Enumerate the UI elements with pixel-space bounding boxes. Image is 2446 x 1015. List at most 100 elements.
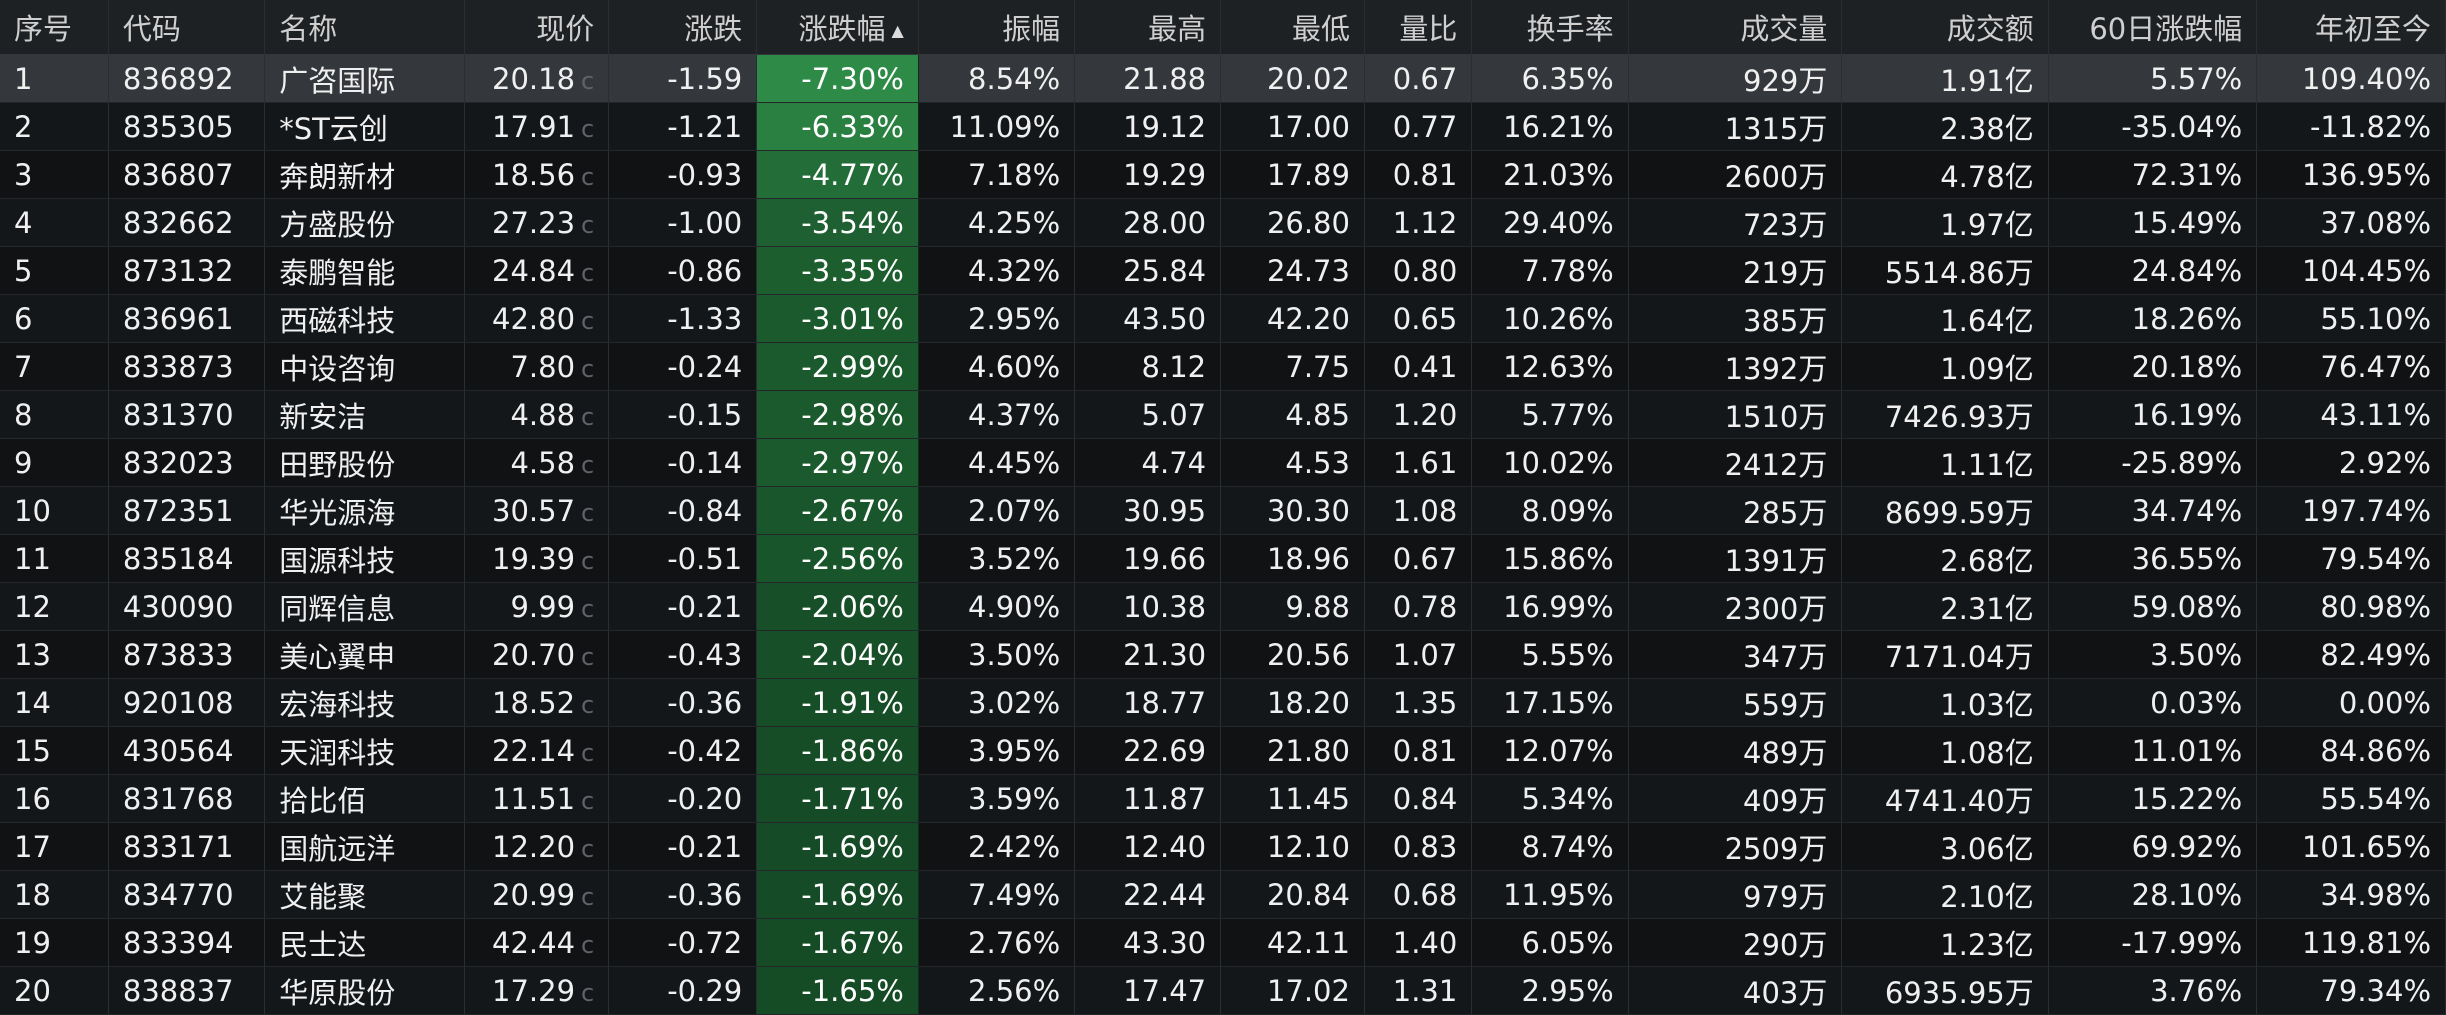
- stock-code-cell: 920108: [108, 678, 266, 727]
- table-row[interactable]: 14 920108 宏海科技 18.52 c -0.36 -1.91% 3.02% 18.77 1…: [0, 678, 2446, 727]
- turnover-rate-value: 12.63%: [1503, 349, 1614, 384]
- stock-name-cell: 新安洁: [264, 390, 466, 439]
- stock-name-value: 泰鹏智能: [279, 255, 396, 290]
- price-cell: 20.99 c: [464, 870, 610, 919]
- change-cell: -0.20: [608, 774, 758, 823]
- column-header-code[interactable]: 代码: [108, 0, 266, 55]
- column-header-volume-ratio[interactable]: 量比: [1364, 0, 1473, 55]
- ytd-change-cell: 79.54%: [2256, 534, 2446, 583]
- volume-ratio-cell: 1.61: [1364, 438, 1473, 487]
- volume-value: 1391万: [1724, 543, 1828, 578]
- stock-code-value: 832662: [122, 205, 234, 240]
- change-value: -0.21: [667, 829, 743, 864]
- price-value: 19.39: [492, 541, 576, 576]
- column-header-price[interactable]: 现价: [464, 0, 610, 55]
- low-cell: 42.11: [1220, 918, 1365, 967]
- row-index-value: 5: [14, 253, 33, 288]
- table-row[interactable]: 11 835184 国源科技 19.39 c -0.51 -2.56% 3.52% 19.66 1…: [0, 534, 2446, 583]
- column-header-change-percent[interactable]: 涨跌幅 ▲: [756, 0, 919, 55]
- volume-ratio-cell: 1.20: [1364, 390, 1473, 439]
- price-value: 17.91: [492, 109, 576, 144]
- column-header-name[interactable]: 名称: [264, 0, 466, 55]
- low-value: 18.20: [1266, 685, 1350, 720]
- column-header-change[interactable]: 涨跌: [608, 0, 758, 55]
- stock-code-value: 833394: [122, 925, 234, 960]
- turnover-rate-value: 8.74%: [1521, 829, 1614, 864]
- change-cell: -1.00: [608, 198, 758, 247]
- amount-value: 1.11亿: [1940, 447, 2034, 482]
- table-row[interactable]: 17 833171 国航远洋 12.20 c -0.21 -1.69% 2.42% 12.40 1…: [0, 822, 2446, 871]
- table-row[interactable]: 4 832662 方盛股份 27.23 c -1.00 -3.54% 4.25% 28.00 26…: [0, 198, 2446, 247]
- table-row[interactable]: 19 833394 民士达 42.44 c -0.72 -1.67% 2.76% 43.30 42…: [0, 918, 2446, 967]
- column-header-turnover-rate[interactable]: 换手率: [1471, 0, 1629, 55]
- column-header-60day-change[interactable]: 60日涨跌幅: [2048, 0, 2258, 55]
- column-header-volume[interactable]: 成交量: [1628, 0, 1843, 55]
- table-row[interactable]: 2 835305 *ST云创 17.91 c -1.21 -6.33% 11.09% 19.12…: [0, 102, 2446, 151]
- table-row[interactable]: 8 831370 新安洁 4.88 c -0.15 -2.98% 4.37% 5.07 4.85 1…: [0, 390, 2446, 439]
- table-row[interactable]: 10 872351 华光源海 30.57 c -0.84 -2.67% 2.07% 30.95 3…: [0, 486, 2446, 535]
- stock-name-value: 广咨国际: [279, 63, 396, 98]
- high-value: 11.87: [1123, 781, 1207, 816]
- price-flag-icon: c: [581, 978, 595, 1007]
- ytd-change-cell: 119.81%: [2256, 918, 2446, 967]
- column-header-ytd-change[interactable]: 年初至今: [2256, 0, 2446, 55]
- table-row[interactable]: 9 832023 田野股份 4.58 c -0.14 -2.97% 4.45% 4.74 4.53…: [0, 438, 2446, 487]
- price-flag-icon: c: [581, 306, 595, 335]
- table-row[interactable]: 7 833873 中设咨询 7.80 c -0.24 -2.99% 4.60% 8.12 7.75…: [0, 342, 2446, 391]
- 60day-change-value: 59.08%: [2131, 589, 2243, 624]
- table-row[interactable]: 3 836807 奔朗新材 18.56 c -0.93 -4.77% 7.18% 19.29 17…: [0, 150, 2446, 199]
- amplitude-value: 11.09%: [949, 109, 1061, 144]
- price-flag-icon: c: [581, 642, 595, 671]
- amplitude-value: 2.76%: [968, 925, 1061, 960]
- turnover-rate-cell: 8.74%: [1471, 822, 1629, 871]
- table-row[interactable]: 15 430564 天润科技 22.14 c -0.42 -1.86% 3.95% 22.69 2…: [0, 726, 2446, 775]
- table-row[interactable]: 5 873132 泰鹏智能 24.84 c -0.86 -3.35% 4.32% 25.84 24…: [0, 246, 2446, 295]
- table-row[interactable]: 20 838837 华原股份 17.29 c -0.29 -1.65% 2.56% 17.47 1…: [0, 966, 2446, 1015]
- low-value: 42.11: [1266, 925, 1350, 960]
- volume-ratio-value: 1.40: [1392, 925, 1458, 960]
- volume-ratio-cell: 1.35: [1364, 678, 1473, 727]
- ytd-change-cell: -11.82%: [2256, 102, 2446, 151]
- table-row[interactable]: 6 836961 西磁科技 42.80 c -1.33 -3.01% 2.95% 43.50 42…: [0, 294, 2446, 343]
- 60day-change-value: 3.50%: [2150, 637, 2243, 672]
- table-row[interactable]: 1 836892 广咨国际 20.18 c -1.59 -7.30% 8.54% 21.88 20…: [0, 54, 2446, 103]
- row-index-value: 19: [14, 925, 51, 960]
- column-header-amount[interactable]: 成交额: [1841, 0, 2049, 55]
- change-percent-cell: -4.77%: [756, 150, 919, 199]
- amplitude-cell: 4.32%: [918, 246, 1076, 295]
- amount-cell: 1.03亿: [1841, 678, 2049, 727]
- change-percent-value: -3.54%: [801, 205, 904, 240]
- table-row[interactable]: 12 430090 同辉信息 9.99 c -0.21 -2.06% 4.90% 10.38 9.…: [0, 582, 2446, 631]
- ytd-change-value: 2.92%: [2338, 445, 2431, 480]
- amplitude-cell: 3.02%: [918, 678, 1076, 727]
- volume-cell: 2600万: [1628, 150, 1843, 199]
- price-value: 7.80: [510, 349, 576, 384]
- table-row[interactable]: 13 873833 美心翼申 20.70 c -0.43 -2.04% 3.50% 21.30 2…: [0, 630, 2446, 679]
- amplitude-value: 3.52%: [968, 541, 1061, 576]
- column-header-index[interactable]: 序号: [0, 0, 109, 55]
- 60day-change-value: 11.01%: [2131, 733, 2243, 768]
- change-percent-cell: -1.69%: [756, 822, 919, 871]
- table-row[interactable]: 16 831768 拾比佰 11.51 c -0.20 -1.71% 3.59% 11.87 11…: [0, 774, 2446, 823]
- column-header-high[interactable]: 最高: [1074, 0, 1222, 55]
- volume-ratio-value: 1.61: [1392, 445, 1458, 480]
- change-value: -0.14: [667, 445, 743, 480]
- high-value: 5.07: [1141, 397, 1207, 432]
- price-value: 24.84: [492, 253, 576, 288]
- column-header-low[interactable]: 最低: [1220, 0, 1365, 55]
- column-header-amplitude[interactable]: 振幅: [918, 0, 1076, 55]
- table-row[interactable]: 18 834770 艾能聚 20.99 c -0.36 -1.69% 7.49% 22.44 20…: [0, 870, 2446, 919]
- price-cell: 4.88 c: [464, 390, 610, 439]
- amplitude-value: 4.45%: [968, 445, 1061, 480]
- turnover-rate-value: 2.95%: [1521, 973, 1614, 1008]
- amount-value: 1.91亿: [1940, 63, 2034, 98]
- 60day-change-value: 18.26%: [2131, 301, 2243, 336]
- 60day-change-cell: 11.01%: [2048, 726, 2258, 775]
- row-index-value: 7: [14, 349, 33, 384]
- stock-name-value: *ST云创: [279, 111, 388, 146]
- stock-code-cell: 831370: [108, 390, 266, 439]
- turnover-rate-value: 7.78%: [1521, 253, 1614, 288]
- high-value: 8.12: [1141, 349, 1207, 384]
- volume-value: 347万: [1743, 639, 1828, 674]
- low-cell: 24.73: [1220, 246, 1365, 295]
